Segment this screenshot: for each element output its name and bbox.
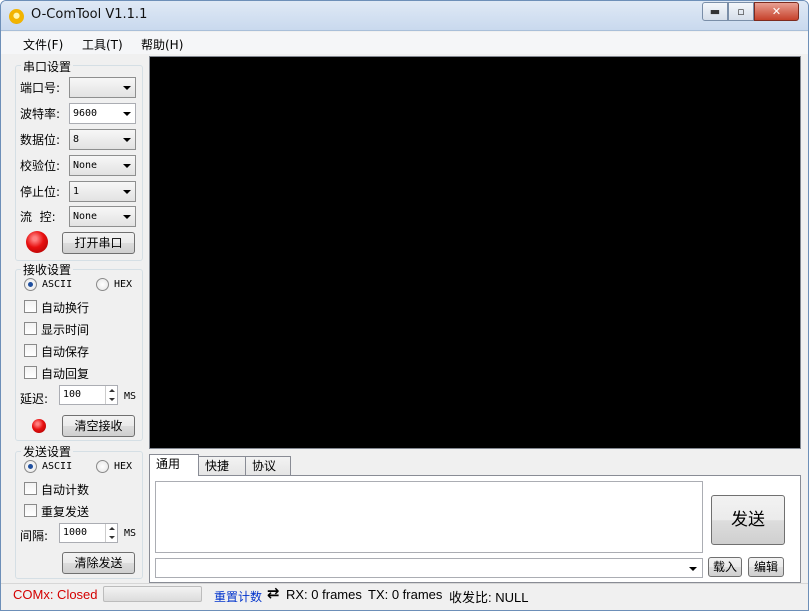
refresh-icon[interactable]: ⇄ xyxy=(267,586,280,601)
progress-bar xyxy=(103,586,202,602)
databits-select[interactable]: 8 xyxy=(69,129,136,150)
interval-unit: MS xyxy=(124,528,137,539)
show-time-label: 显示时间 xyxy=(41,323,90,337)
send-hex-label: HEX xyxy=(114,461,133,472)
command-history-select[interactable] xyxy=(155,558,703,578)
receive-settings-title: 接收设置 xyxy=(21,261,74,278)
parity-select[interactable]: None xyxy=(69,155,136,176)
spin-down-icon[interactable] xyxy=(105,533,117,542)
menu-tools[interactable]: 工具(T) xyxy=(82,36,123,53)
maximize-button[interactable]: ▫ xyxy=(728,2,754,21)
tx-counter: TX: 0 frames xyxy=(368,587,443,602)
clear-send-button[interactable]: 清除发送 xyxy=(62,552,135,574)
chevron-down-icon xyxy=(689,567,697,571)
port-label: 端口号: xyxy=(20,81,61,95)
send-button[interactable]: 发送 xyxy=(711,495,785,545)
menu-help[interactable]: 帮助(H) xyxy=(141,36,183,53)
auto-reply-label: 自动回复 xyxy=(41,367,90,381)
send-hex-radio[interactable] xyxy=(96,460,109,473)
receive-hex-radio[interactable] xyxy=(96,278,109,291)
chevron-down-icon xyxy=(123,190,131,194)
send-ascii-label: ASCII xyxy=(42,461,73,472)
baud-label: 波特率: xyxy=(20,107,61,121)
com-status: COMx: Closed xyxy=(13,587,98,602)
receive-ascii-label: ASCII xyxy=(42,279,73,290)
open-port-button[interactable]: 打开串口 xyxy=(62,232,135,254)
tab-general[interactable]: 通用 xyxy=(149,454,199,476)
load-button[interactable]: 载入 xyxy=(708,557,742,577)
title-bar[interactable]: O-ComTool V1.1.1 ▬ ▫ ✕ xyxy=(1,1,808,31)
auto-newline-label: 自动换行 xyxy=(41,301,90,315)
chevron-down-icon xyxy=(123,138,131,142)
delay-label: 延迟: xyxy=(20,392,49,406)
tab-protocol[interactable]: 协议 xyxy=(245,456,291,476)
delay-spinbox[interactable]: 100 xyxy=(59,385,118,405)
auto-newline-checkbox[interactable] xyxy=(24,300,37,313)
reset-count-link[interactable]: 重置计数 xyxy=(214,588,262,605)
receive-hex-label: HEX xyxy=(114,279,133,290)
app-window: O-ComTool V1.1.1 ▬ ▫ ✕ 文件(F) 工具(T) 帮助(H)… xyxy=(0,0,809,611)
receive-status-led-icon xyxy=(32,419,46,433)
auto-count-label: 自动计数 xyxy=(41,483,90,497)
tab-shortcut[interactable]: 快捷 xyxy=(198,456,246,476)
rx-counter: RX: 0 frames xyxy=(286,587,362,602)
baud-select[interactable]: 9600 xyxy=(69,103,136,124)
send-textarea[interactable] xyxy=(155,481,703,553)
port-select[interactable] xyxy=(69,77,136,98)
send-settings-title: 发送设置 xyxy=(21,443,74,460)
stopbits-label: 停止位: xyxy=(20,185,61,199)
serial-settings-title: 串口设置 xyxy=(21,58,74,75)
flow-select[interactable]: None xyxy=(69,206,136,227)
auto-save-checkbox[interactable] xyxy=(24,344,37,357)
edit-button[interactable]: 编辑 xyxy=(748,557,784,577)
ratio-display: 收发比: NULL xyxy=(449,590,529,605)
databits-label: 数据位: xyxy=(20,133,61,147)
spin-up-icon[interactable] xyxy=(105,386,117,395)
repeat-send-checkbox[interactable] xyxy=(24,504,37,517)
send-ascii-radio[interactable] xyxy=(24,460,37,473)
stopbits-select[interactable]: 1 xyxy=(69,181,136,202)
delay-unit: MS xyxy=(124,391,137,402)
menu-bar: 文件(F) 工具(T) 帮助(H) xyxy=(1,32,808,54)
interval-spinbox[interactable]: 1000 xyxy=(59,523,118,543)
auto-reply-checkbox[interactable] xyxy=(24,366,37,379)
show-time-checkbox[interactable] xyxy=(24,322,37,335)
spin-up-icon[interactable] xyxy=(105,524,117,533)
repeat-send-label: 重复发送 xyxy=(41,505,90,519)
chevron-down-icon xyxy=(123,112,131,116)
auto-count-checkbox[interactable] xyxy=(24,482,37,495)
chevron-down-icon xyxy=(123,86,131,90)
port-status-led-icon xyxy=(26,231,48,253)
chevron-down-icon xyxy=(123,215,131,219)
window-title: O-ComTool V1.1.1 xyxy=(31,7,148,22)
menu-file[interactable]: 文件(F) xyxy=(23,36,63,53)
app-logo-icon xyxy=(9,9,24,24)
chevron-down-icon xyxy=(123,164,131,168)
auto-save-label: 自动保存 xyxy=(41,345,90,359)
clear-receive-button[interactable]: 清空接收 xyxy=(62,415,135,437)
status-bar: COMx: Closed 重置计数 ⇄ RX: 0 frames TX: 0 f… xyxy=(1,583,808,610)
flow-label: 流 控: xyxy=(20,210,56,224)
spin-down-icon[interactable] xyxy=(105,395,117,404)
parity-label: 校验位: xyxy=(20,159,61,173)
interval-label: 间隔: xyxy=(20,529,49,543)
receive-terminal[interactable] xyxy=(149,56,801,449)
receive-ascii-radio[interactable] xyxy=(24,278,37,291)
minimize-button[interactable]: ▬ xyxy=(702,2,728,21)
close-button[interactable]: ✕ xyxy=(754,2,799,21)
